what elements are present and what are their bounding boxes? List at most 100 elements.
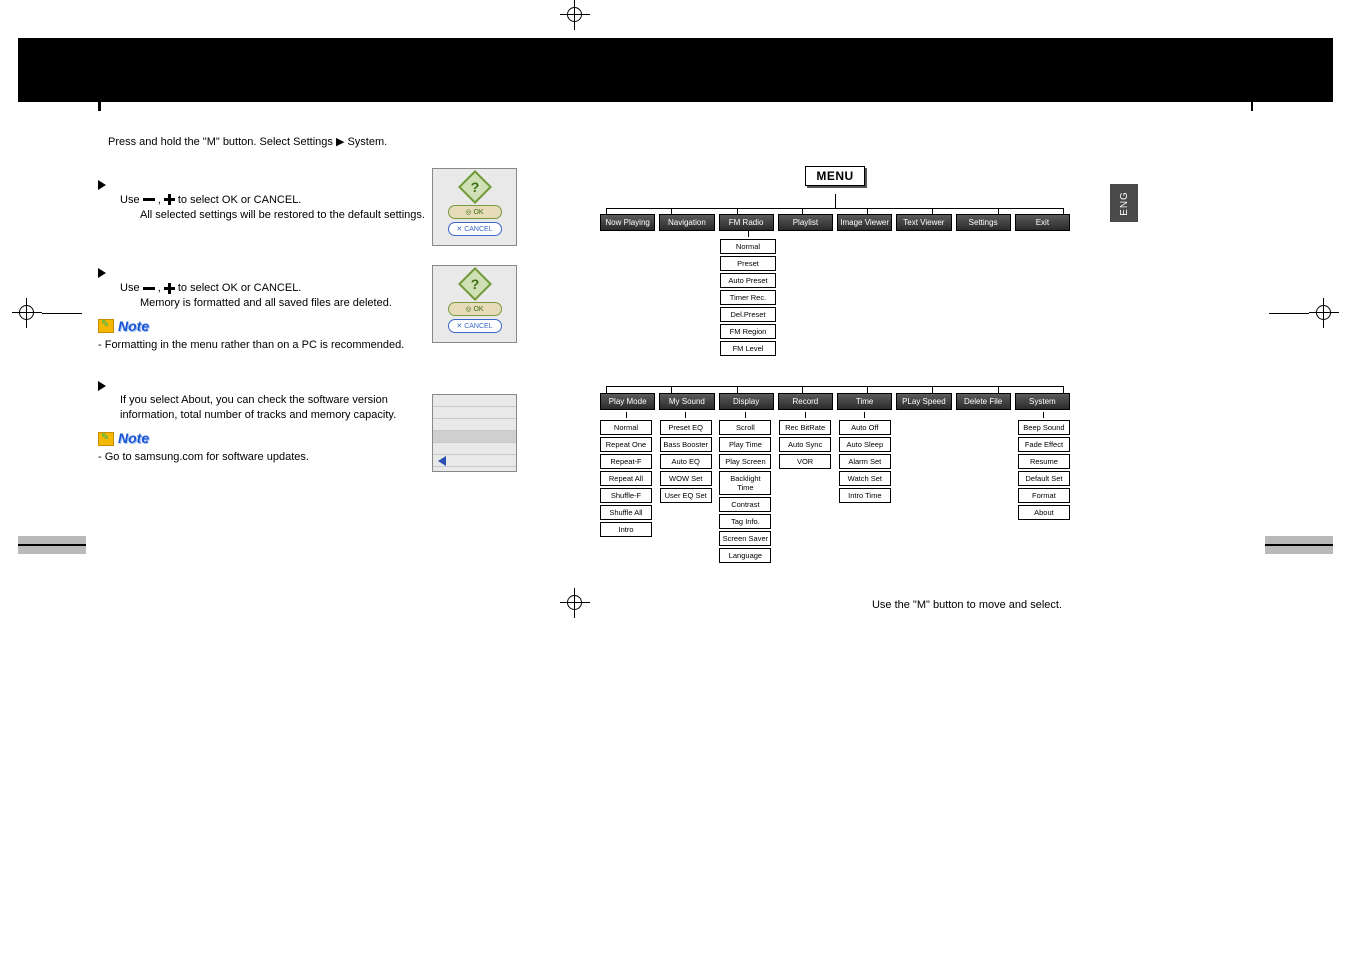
format-line1-prefix: Use [120,282,143,294]
settings-tab: PLay Speed [896,393,951,410]
menu-header: MENU [805,166,865,186]
note-label: Note [118,317,149,336]
settings-item: Auto Sleep [839,437,891,452]
settings-item: Contrast [719,497,771,512]
minus-icon [143,287,155,290]
default-set-line1-suffix: to select OK or CANCEL. [178,194,302,206]
settings-item: Alarm Set [839,454,891,469]
settings-item: Play Time [719,437,771,452]
settings-item: Fade Effect [1018,437,1070,452]
settings-item: VOR [779,454,831,469]
settings-item: WOW Set [660,471,712,486]
fm-item: FM Level [720,341,776,356]
triangle-icon [98,268,106,278]
lang-tab-eng: ENG [1110,184,1138,222]
footer-instruction: Use the "M" button to move and select. [600,599,1070,611]
menu-tab: Image Viewer [837,214,892,231]
settings-item: Play Screen [719,454,771,469]
settings-item: Auto Sync [779,437,831,452]
settings-item: Tag Info. [719,514,771,529]
fm-item: Auto Preset [720,273,776,288]
fm-item: Timer Rec. [720,290,776,305]
settings-tab: Record [778,393,833,410]
registration-mark-top [560,0,590,30]
settings-column: Rec BitRate Auto Sync VOR [779,412,831,563]
top-instruction: Press and hold the "M" button. Select Se… [108,135,538,150]
settings-item: Beep Sound [1018,420,1070,435]
settings-tab: Delete File [956,393,1011,410]
settings-item: Normal [600,420,652,435]
settings-tab: My Sound [659,393,714,410]
lcd-ok-pill: ◎ OK [448,205,502,219]
plus-icon [164,283,175,294]
menu-tab: Text Viewer [896,214,951,231]
settings-item: Auto EQ [660,454,712,469]
settings-column: Beep SoundFade EffectResumeDefault SetFo… [1018,412,1070,563]
note-icon [98,319,114,333]
right-marker [1251,96,1253,111]
settings-item: Bass Booster [660,437,712,452]
note-label: Note [118,429,149,448]
settings-item: Watch Set [839,471,891,486]
back-icon [438,456,446,466]
settings-item: User EQ Set [660,488,712,503]
fm-item: Del.Preset [720,307,776,322]
settings-tab: System [1015,393,1070,410]
registration-mark-right-line [1269,313,1309,314]
fm-item: Normal [720,239,776,254]
lcd-ok-pill: ◎ OK [448,302,502,316]
left-marker [98,96,101,111]
question-icon: ? [458,170,492,204]
menu-stem [835,194,836,208]
menu-tab: Settings [956,214,1011,231]
note-icon [98,432,114,446]
settings-item: Language [719,548,771,563]
settings-item: Screen Saver [719,531,771,546]
menu-tab: FM Radio [719,214,774,231]
lcd-defaultset: ? ◎ OK ✕ CANCEL [432,168,517,246]
settings-column: Preset EQ Bass Booster Auto EQ WOW Set User … [660,412,712,563]
registration-mark-left-line [42,313,82,314]
settings-item: About [1018,505,1070,520]
registration-mark-right [1309,298,1339,328]
minus-icon [143,198,155,201]
settings-tab: Play Mode [600,393,655,410]
registration-mark-left [12,298,42,328]
settings-item: Repeat One [600,437,652,452]
settings-row: Play ModeMy Sound DisplayRecordTimePLay S… [600,393,1070,410]
settings-tab: Time [837,393,892,410]
fm-item: FM Region [720,324,776,339]
settings-column: Auto OffAuto SleepAlarm SetWatch SetIntr… [839,412,891,563]
page-line-right [1265,544,1333,546]
lcd-format: ? ◎ OK ✕ CANCEL [432,265,517,343]
default-set-line1-prefix: Use [120,194,143,206]
format-line1-suffix: to select OK or CANCEL. [178,282,302,294]
settings-item: Preset EQ [660,420,712,435]
menu-tab: Navigation [659,214,714,231]
settings-item: Scroll [719,420,771,435]
fm-item: Preset [720,256,776,271]
lcd-cancel-pill: ✕ CANCEL [448,222,502,236]
settings-item: Rec BitRate [779,420,831,435]
page-line-left [18,544,86,546]
triangle-icon [98,180,106,190]
settings-column: Normal Repeat One Repeat-F Repeat All Shuffl… [600,412,652,563]
settings-item: Shuffle All [600,505,652,520]
settings-item: Backlight Time [719,471,771,495]
triangle-icon [98,381,106,391]
settings-item: Shuffle-F [600,488,652,503]
settings-column: Scroll Play Time Play Screen Backlight Time… [719,412,771,563]
lcd-cancel-pill: ✕ CANCEL [448,319,502,333]
header-black-band [18,38,1333,102]
settings-item: Repeat-F [600,454,652,469]
settings-item: Format [1018,488,1070,503]
settings-item: Intro [600,522,652,537]
lcd-about [432,394,517,472]
registration-mark-bottom [560,588,590,618]
settings-item: Default Set [1018,471,1070,486]
menu-top-row: Now PlayingNavigationFM RadioPlaylistIma… [600,214,1070,231]
settings-tab: Display [719,393,774,410]
settings-item: Repeat All [600,471,652,486]
plus-icon [164,194,175,205]
menu-tab: Now Playing [600,214,655,231]
